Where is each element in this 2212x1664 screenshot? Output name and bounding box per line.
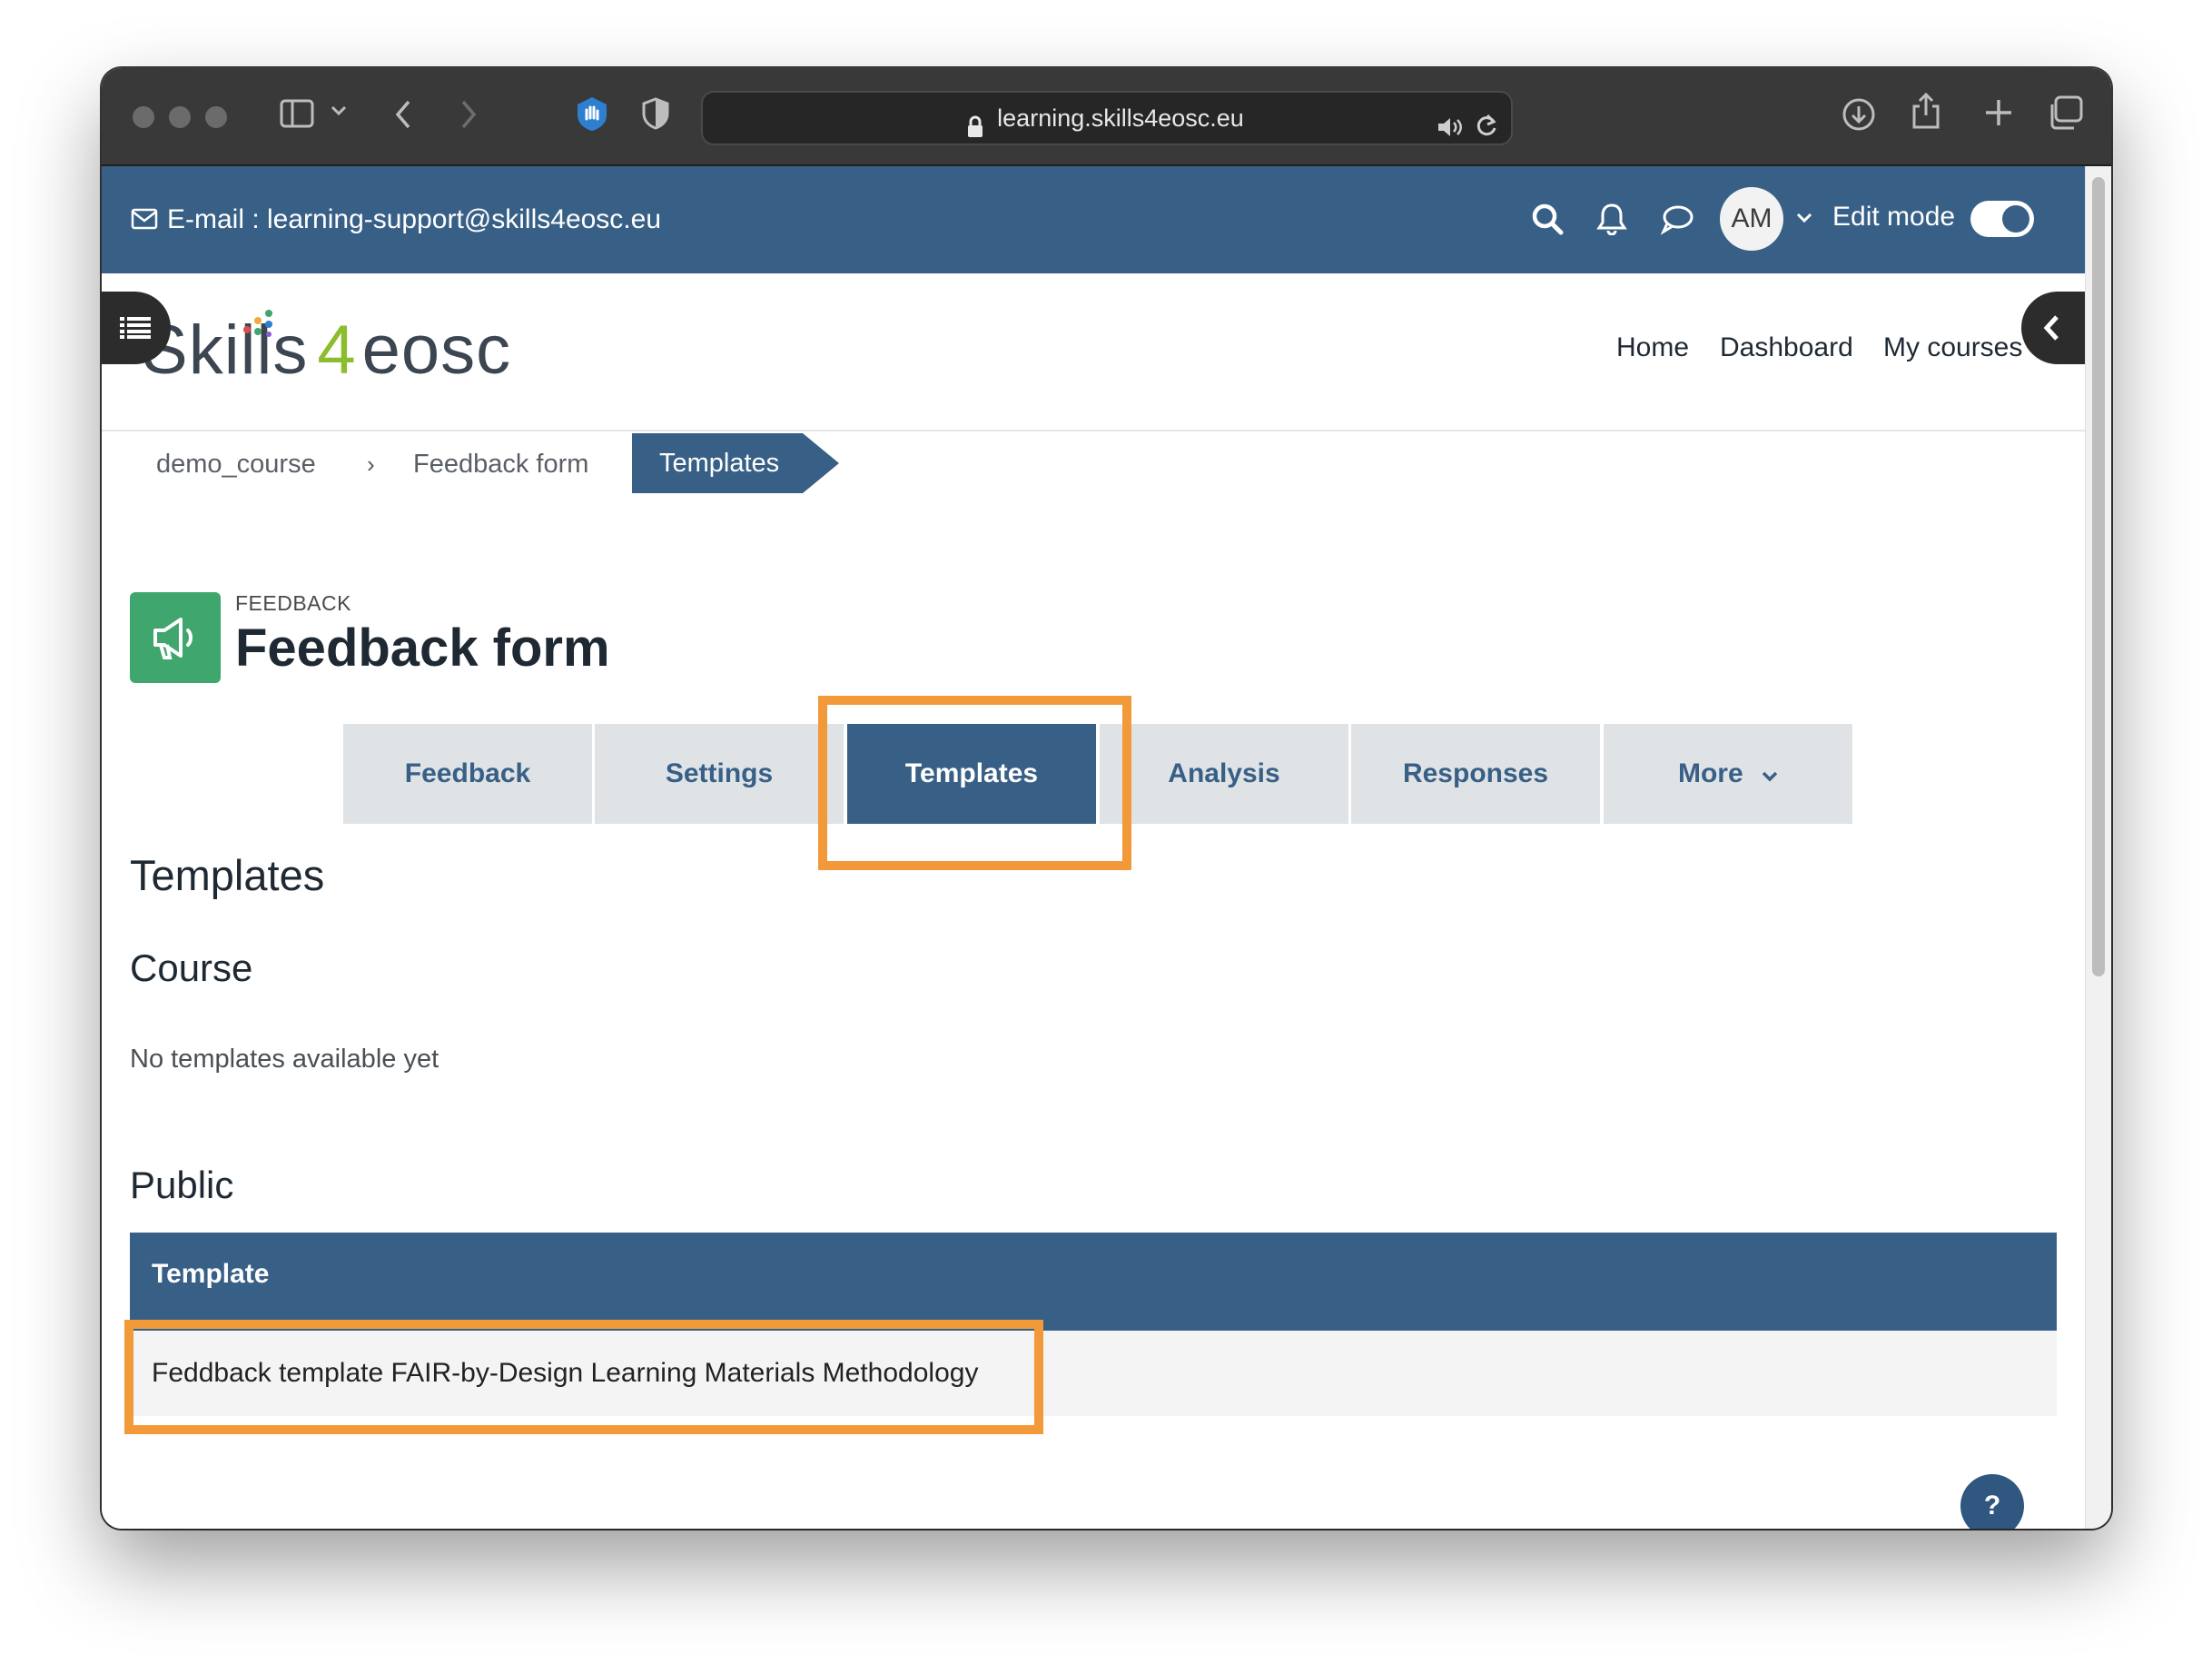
toggle-knob [2002,205,2029,233]
breadcrumb-arrow [803,433,839,493]
nav-dashboard-link[interactable]: Dashboard [1720,332,1853,364]
breadcrumb-feedback-link[interactable]: Feedback form [413,448,588,480]
close-window-button[interactable] [133,106,154,128]
browser-toolbar: learning.skills4eosc.eu [102,68,2111,166]
logo-text-eosc: eosc [361,312,512,389]
tab-settings[interactable]: Settings [595,724,844,824]
tab-analysis[interactable]: Analysis [1100,724,1348,824]
forward-icon[interactable] [459,99,478,130]
logo-dots-icon [243,310,272,337]
top-bar: E-mail : learning-support@skills4eosc.eu… [102,166,2085,273]
nav-my-courses-link[interactable]: My courses [1883,332,2022,364]
address-bar[interactable]: learning.skills4eosc.eu [701,91,1513,145]
bell-icon[interactable] [1596,203,1627,240]
list-icon [120,317,151,339]
tab-responses[interactable]: Responses [1351,724,1600,824]
page: E-mail : learning-support@skills4eosc.eu… [102,166,2085,1529]
chat-bubble-icon[interactable] [1660,204,1694,240]
tab-highlight-box [818,696,1131,870]
site-logo[interactable]: Skills 4eosc [142,310,510,391]
chevron-down-icon[interactable] [331,104,347,117]
megaphone-icon [153,618,193,659]
edit-mode-toggle[interactable] [1970,201,2034,237]
chevron-left-icon [2043,315,2059,341]
tabs-icon[interactable] [2047,95,2083,130]
envelope-icon [131,208,158,230]
chevron-down-icon [1762,725,1778,825]
minimize-window-button[interactable] [169,106,191,128]
support-email-link[interactable]: E-mail : learning-support@skills4eosc.eu [131,204,661,235]
back-icon[interactable] [394,99,412,130]
scrollbar-thumb[interactable] [2092,177,2105,976]
reload-icon[interactable] [1475,105,1498,156]
table-header-template: Template [130,1233,2057,1331]
tab-more-label: More [1677,758,1743,788]
browser-window: learning.skills4eosc.eu E-mail : learnin [102,68,2111,1529]
section-heading-course: Course [130,946,253,989]
help-button[interactable]: ? [1960,1474,2024,1529]
breadcrumb-separator: › [367,451,375,478]
feedback-module-icon [130,592,221,683]
logo-text-4: 4 [317,312,357,389]
module-type-label: FEEDBACK [235,591,351,615]
section-heading-public: Public [130,1164,234,1206]
course-empty-message: No templates available yet [130,1045,439,1074]
user-menu-chevron-icon[interactable] [1796,212,1812,229]
zoom-window-button[interactable] [205,106,227,128]
block-drawer-toggle[interactable] [2021,292,2085,364]
section-heading-templates: Templates [130,851,325,899]
search-icon[interactable] [1531,203,1564,240]
row-highlight-box [124,1320,1043,1434]
breadcrumb-course-link[interactable]: demo_course [156,448,316,480]
privacy-hand-icon[interactable] [574,95,610,132]
url-text: learning.skills4eosc.eu [997,104,1244,132]
tab-more[interactable]: More [1604,724,1852,824]
nav-home-link[interactable]: Home [1616,332,1689,364]
edit-mode-label: Edit mode [1832,202,1956,232]
user-avatar[interactable]: AM [1720,187,1783,251]
download-icon[interactable] [1842,97,1876,132]
support-email-text: E-mail : learning-support@skills4eosc.eu [167,204,662,234]
primary-navbar: Skills 4eosc Home Dashboard My courses [102,273,2085,431]
speaker-icon[interactable] [1437,105,1464,156]
sidebar-icon[interactable] [280,99,314,128]
share-icon[interactable] [1911,92,1941,130]
shield-icon[interactable] [641,97,670,130]
page-title: Feedback form [235,619,610,678]
breadcrumb-current: Templates [632,433,803,493]
plus-icon[interactable] [1983,97,2014,128]
tab-feedback[interactable]: Feedback [343,724,592,824]
